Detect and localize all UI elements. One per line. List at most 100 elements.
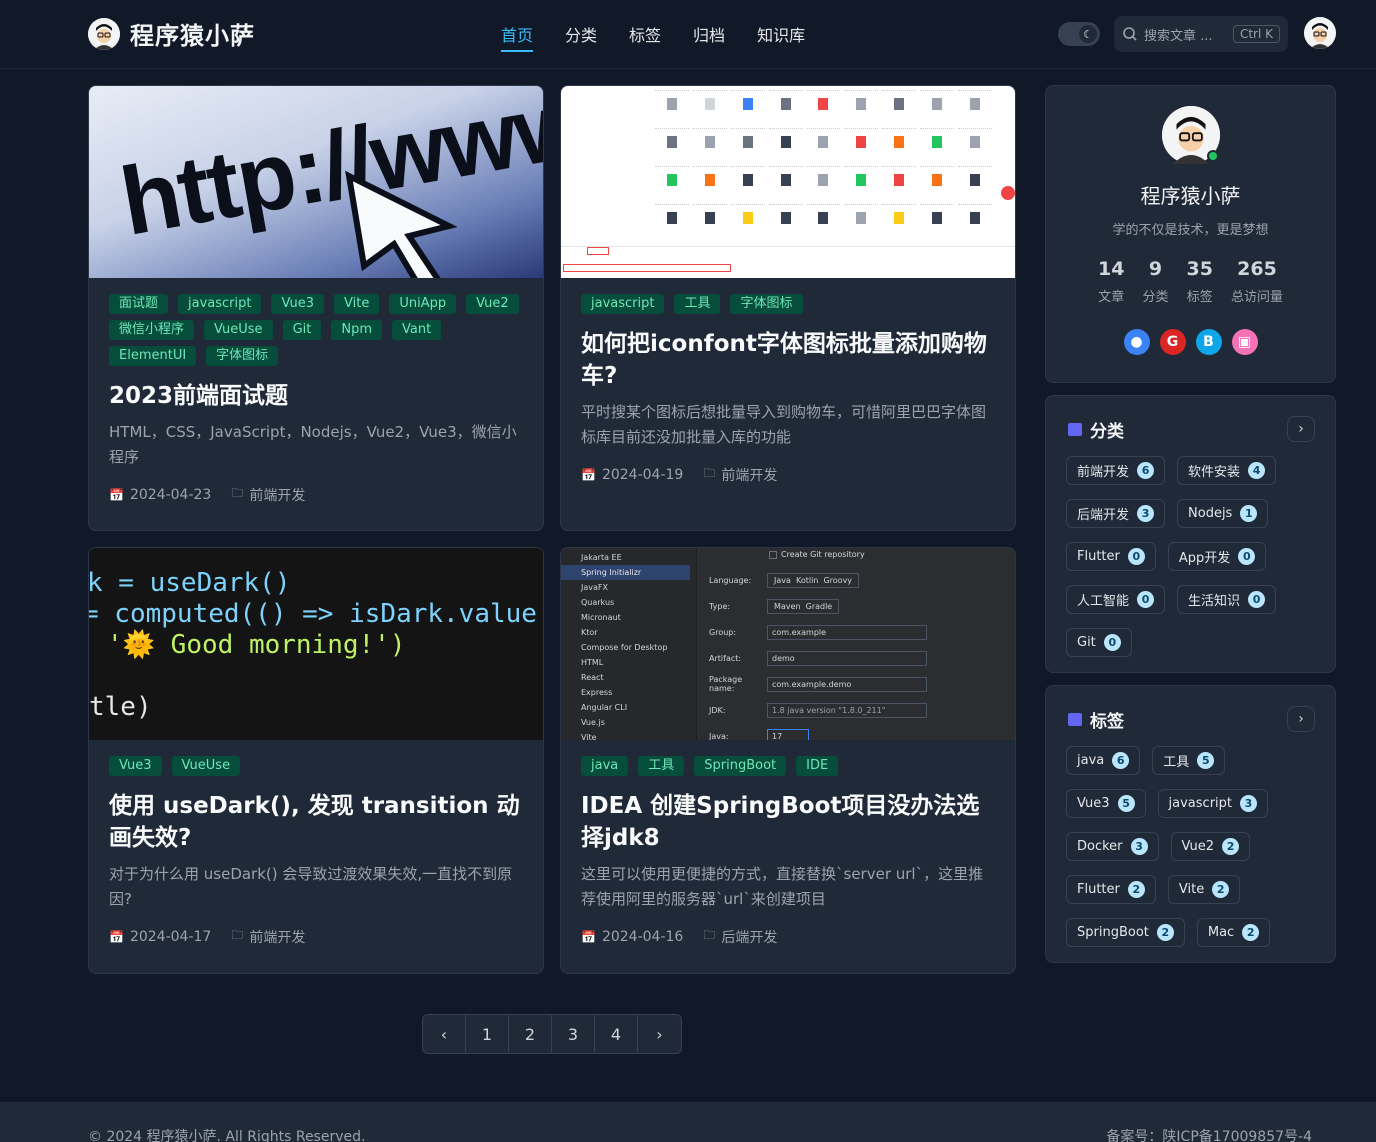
- post-meta: 📅 2024-04-16 🗀 后端开发: [561, 926, 1015, 947]
- tag[interactable]: java: [581, 756, 629, 776]
- category-chip[interactable]: 人工智能 0: [1066, 585, 1166, 614]
- tag[interactable]: ElementUI: [109, 346, 197, 366]
- nav-knowledge[interactable]: 知识库: [757, 22, 805, 52]
- tag-chip[interactable]: Vue3 5: [1066, 789, 1146, 818]
- chip-count: 3: [1240, 795, 1257, 812]
- tag[interactable]: 面试题: [109, 294, 169, 314]
- post-category[interactable]: 前端开发: [721, 465, 777, 485]
- post-category[interactable]: 后端开发: [721, 927, 777, 947]
- prev-page-button[interactable]: ‹: [423, 1015, 466, 1053]
- category-chip[interactable]: Nodejs 1: [1177, 499, 1269, 528]
- category-chip[interactable]: Flutter 0: [1066, 542, 1156, 571]
- category-chip[interactable]: 软件安装 4: [1177, 456, 1277, 485]
- tag[interactable]: 工具: [638, 756, 685, 776]
- tag[interactable]: Vue2: [466, 294, 519, 314]
- page-2[interactable]: 2: [509, 1015, 552, 1053]
- tag-chip[interactable]: 工具 5: [1152, 746, 1226, 775]
- tag[interactable]: javascript: [178, 294, 262, 314]
- chip-label: Flutter: [1077, 882, 1120, 897]
- tag[interactable]: UniApp: [389, 294, 457, 314]
- tag-chip[interactable]: Flutter 2: [1066, 875, 1156, 904]
- chip-label: SpringBoot: [1077, 925, 1149, 940]
- calendar-icon: 📅: [109, 487, 124, 502]
- profile-stats: 14 文章 9 分类 35 标签 265 总访问量: [1046, 258, 1335, 305]
- tag-chip[interactable]: SpringBoot 2: [1066, 918, 1185, 947]
- tag[interactable]: Vite: [334, 294, 380, 314]
- post-card[interactable]: k = useDark() = computed(() => isDark.va…: [88, 547, 544, 974]
- ide-sidebar-item: HTML: [581, 658, 604, 667]
- tag[interactable]: IDE: [796, 756, 839, 776]
- category-chip[interactable]: 生活知识 0: [1177, 585, 1277, 614]
- tag[interactable]: VueUse: [171, 756, 241, 776]
- nav-tags[interactable]: 标签: [629, 22, 661, 52]
- tag-chip[interactable]: Docker 3: [1066, 832, 1159, 861]
- tag[interactable]: Npm: [331, 320, 382, 340]
- theme-toggle[interactable]: ☾: [1058, 22, 1100, 46]
- site-logo[interactable]: 程序猿小萨: [88, 16, 255, 51]
- category-chip[interactable]: 后端开发 3: [1066, 499, 1166, 528]
- tag[interactable]: SpringBoot: [694, 756, 787, 776]
- tag-chip[interactable]: Vite 2: [1167, 875, 1241, 904]
- tag[interactable]: Git: [282, 320, 322, 340]
- stat-categories[interactable]: 9 分类: [1142, 258, 1168, 305]
- post-cover-image[interactable]: Jakarta EE Spring Initializr JavaFX Quar…: [561, 548, 1015, 740]
- next-page-button[interactable]: ›: [638, 1015, 681, 1053]
- nav-home[interactable]: 首页: [501, 22, 534, 52]
- stat-label: 标签: [1186, 290, 1213, 305]
- chevron-right-icon[interactable]: ›: [1287, 706, 1315, 732]
- page-1[interactable]: 1: [466, 1015, 509, 1053]
- category-chip[interactable]: 前端开发 6: [1066, 456, 1166, 485]
- profile-avatar[interactable]: [1161, 106, 1220, 164]
- stat-posts[interactable]: 14 文章: [1098, 258, 1124, 305]
- tag[interactable]: Vant: [392, 320, 442, 340]
- tag[interactable]: Vue3: [271, 294, 325, 314]
- post-title[interactable]: 使用 useDark(), 发现 transition 动画失效?: [89, 790, 543, 854]
- post-cover-image[interactable]: k = useDark() = computed(() => isDark.va…: [89, 548, 543, 740]
- category-list: 前端开发 6 软件安装 4 后端开发 3 Nodejs 1 Flutter 0 App开发…: [1046, 442, 1335, 657]
- chevron-right-icon[interactable]: ›: [1287, 416, 1315, 442]
- tag-chip[interactable]: javascript 3: [1157, 789, 1268, 818]
- tag[interactable]: VueUse: [204, 320, 273, 340]
- tag-chip[interactable]: Mac 2: [1196, 918, 1271, 947]
- icp-record[interactable]: 备案号：陕ICP备17009857号-4: [1106, 1126, 1312, 1142]
- tag[interactable]: Vue3: [109, 756, 162, 776]
- post-category[interactable]: 前端开发: [249, 485, 305, 505]
- tag[interactable]: 字体图标: [730, 294, 803, 314]
- stat-tags[interactable]: 35 标签: [1187, 258, 1213, 305]
- tag[interactable]: 字体图标: [206, 346, 279, 366]
- post-category[interactable]: 前端开发: [249, 927, 305, 947]
- code-line: = computed(() => isDark.value ?: [89, 599, 543, 629]
- gitee-icon[interactable]: G: [1159, 329, 1186, 355]
- bilibili-icon[interactable]: ▣: [1231, 329, 1258, 355]
- category-chip[interactable]: Git 0: [1066, 628, 1132, 657]
- tag-chip[interactable]: Vue2 2: [1170, 832, 1251, 861]
- chip-count: 5: [1197, 752, 1215, 769]
- tag-chip[interactable]: java 6: [1066, 746, 1141, 775]
- nav-archive[interactable]: 归档: [693, 22, 725, 52]
- post-cover-image[interactable]: http://www.: [89, 86, 543, 278]
- post-title[interactable]: IDEA 创建SpringBoot项目没办法选择jdk8: [561, 790, 1015, 854]
- post-cover-image[interactable]: [561, 86, 1015, 278]
- post-card[interactable]: http://www. 面试题 javascript Vue3 Vite Uni…: [88, 85, 544, 531]
- post-card[interactable]: javascript 工具 字体图标 如何把iconfont字体图标批量添加购物…: [560, 85, 1016, 531]
- post-title[interactable]: 2023前端面试题: [89, 380, 543, 412]
- post-excerpt: 这里可以使用更便捷的方式，直接替换`server url`，这里推荐使用阿里的服…: [581, 865, 984, 908]
- search-box[interactable]: 搜索文章 ... Ctrl K: [1114, 16, 1288, 52]
- page-3[interactable]: 3: [552, 1015, 595, 1053]
- nav-categories[interactable]: 分类: [565, 22, 597, 52]
- github-icon[interactable]: ●: [1123, 329, 1150, 355]
- category-chip[interactable]: App开发 0: [1167, 542, 1267, 571]
- ide-form: Create Git repository Language: Java Kotl…: [697, 548, 1015, 740]
- search-icon: [1123, 27, 1137, 41]
- post-tags: java 工具 SpringBoot IDE: [561, 740, 1015, 776]
- tag[interactable]: 工具: [674, 294, 721, 314]
- blog-icon[interactable]: B: [1195, 329, 1222, 355]
- post-card[interactable]: Jakarta EE Spring Initializr JavaFX Quar…: [560, 547, 1016, 974]
- tag[interactable]: 微信小程序: [109, 320, 195, 340]
- page-4[interactable]: 4: [595, 1015, 638, 1053]
- cursor-icon: [345, 170, 458, 278]
- post-title[interactable]: 如何把iconfont字体图标批量添加购物车?: [561, 328, 1015, 392]
- post-meta: 📅 2024-04-19 🗀 前端开发: [561, 464, 1015, 485]
- tag[interactable]: javascript: [581, 294, 665, 314]
- user-avatar[interactable]: [1304, 17, 1336, 49]
